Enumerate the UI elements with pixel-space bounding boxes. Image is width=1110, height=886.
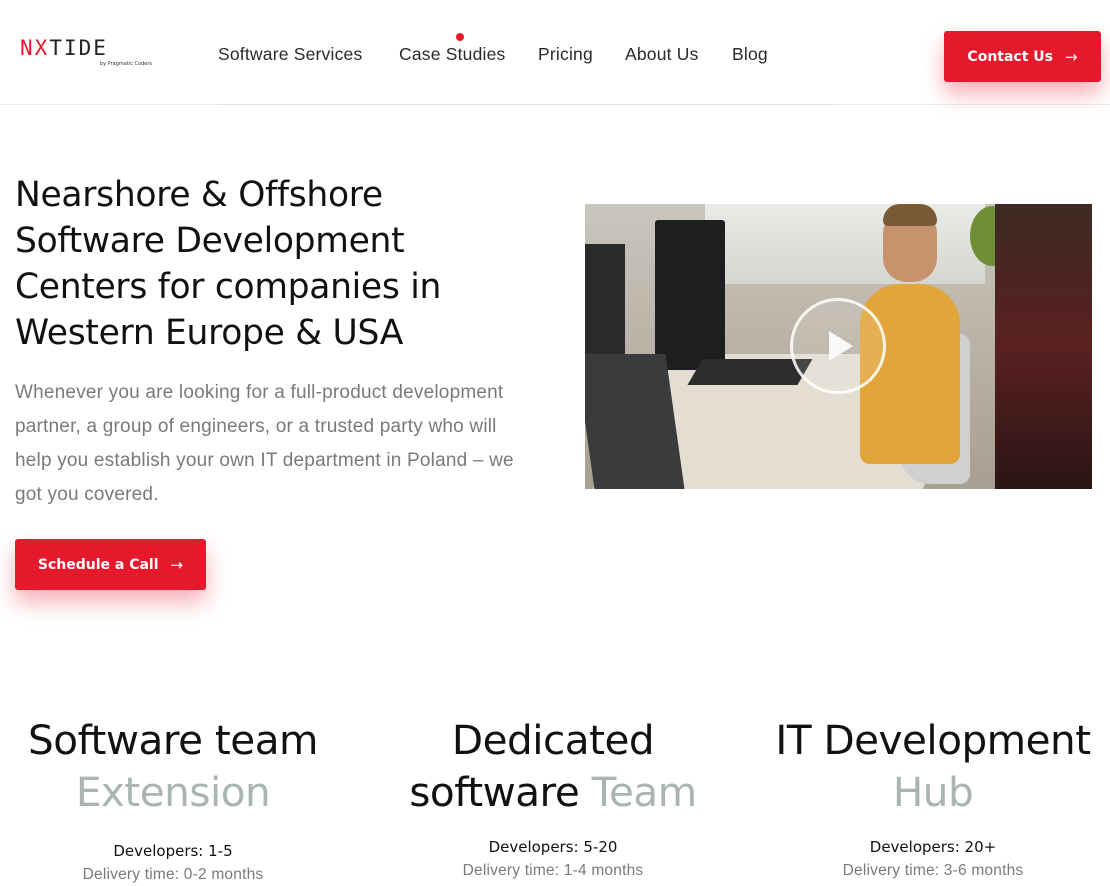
nav-active-dot <box>456 33 464 41</box>
contact-us-button[interactable]: Contact Us → <box>944 31 1101 82</box>
play-triangle <box>829 331 853 361</box>
service-card-dedicated: Dedicated software Team Developers: 5-20… <box>373 714 733 880</box>
arrow-right-icon: → <box>1065 47 1078 66</box>
video-person-hair <box>883 204 937 226</box>
video-monitor <box>655 220 725 370</box>
logo-letter-n: N <box>20 36 35 60</box>
service-developers: Developers: 1-5 <box>113 842 233 860</box>
video-window <box>705 204 985 284</box>
service-delivery-time: Delivery time: 3-6 months <box>842 862 1024 879</box>
nav-pricing[interactable]: Pricing <box>538 44 593 65</box>
service-card-extension: Software team Extension Developers: 1-5 … <box>0 714 353 884</box>
service-title: Software team Extension <box>0 714 353 818</box>
hero-description: Whenever you are looking for a full-prod… <box>15 382 514 505</box>
service-title-accent: Team <box>591 768 698 816</box>
schedule-call-label: Schedule a Call <box>37 556 159 573</box>
nav-blog[interactable]: Blog <box>732 44 768 65</box>
contact-us-label: Contact Us <box>967 48 1053 65</box>
logo-wordmark: NXTIDE <box>20 36 154 60</box>
logo-letter-x: X <box>34 36 50 60</box>
nav-software-services[interactable]: Software Services <box>218 44 362 65</box>
service-title-main: Dedicated <box>451 716 655 764</box>
service-title: Dedicated software Team <box>373 714 733 818</box>
arrow-right-icon: → <box>170 555 184 574</box>
service-title-second: software <box>409 768 580 816</box>
service-card-hub: IT Development Hub Developers: 20+ Deliv… <box>753 714 1110 880</box>
service-developers: Developers: 20+ <box>869 838 997 856</box>
nav-divider <box>218 104 834 105</box>
service-title-main: IT Development <box>775 716 1091 764</box>
nav-about-us[interactable]: About Us <box>625 44 699 65</box>
service-delivery-time: Delivery time: 1-4 months <box>462 862 644 879</box>
logo-letters-tide: TIDE <box>49 36 108 60</box>
schedule-call-button[interactable]: Schedule a Call → <box>15 539 206 590</box>
video-foreground-person <box>995 204 1092 489</box>
service-title-accent: Extension <box>75 768 271 816</box>
logo-tagline: by Pragmatic Coders <box>99 61 152 67</box>
service-title-main: Software team <box>28 716 318 764</box>
play-icon[interactable] <box>790 298 886 394</box>
site-header: NXTIDE by Pragmatic Coders Software Serv… <box>0 0 1110 105</box>
nav-case-studies[interactable]: Case Studies <box>399 44 506 65</box>
service-delivery-time: Delivery time: 0-2 months <box>82 866 264 883</box>
service-title: IT Development Hub <box>753 714 1110 818</box>
service-developers: Developers: 5-20 <box>488 838 618 856</box>
hero-title: Nearshore & Offshore Software Developmen… <box>15 175 442 353</box>
hero-video[interactable] <box>585 204 1092 489</box>
service-title-accent: Hub <box>892 768 974 816</box>
nxtide-logo[interactable]: NXTIDE by Pragmatic Coders <box>20 36 154 70</box>
